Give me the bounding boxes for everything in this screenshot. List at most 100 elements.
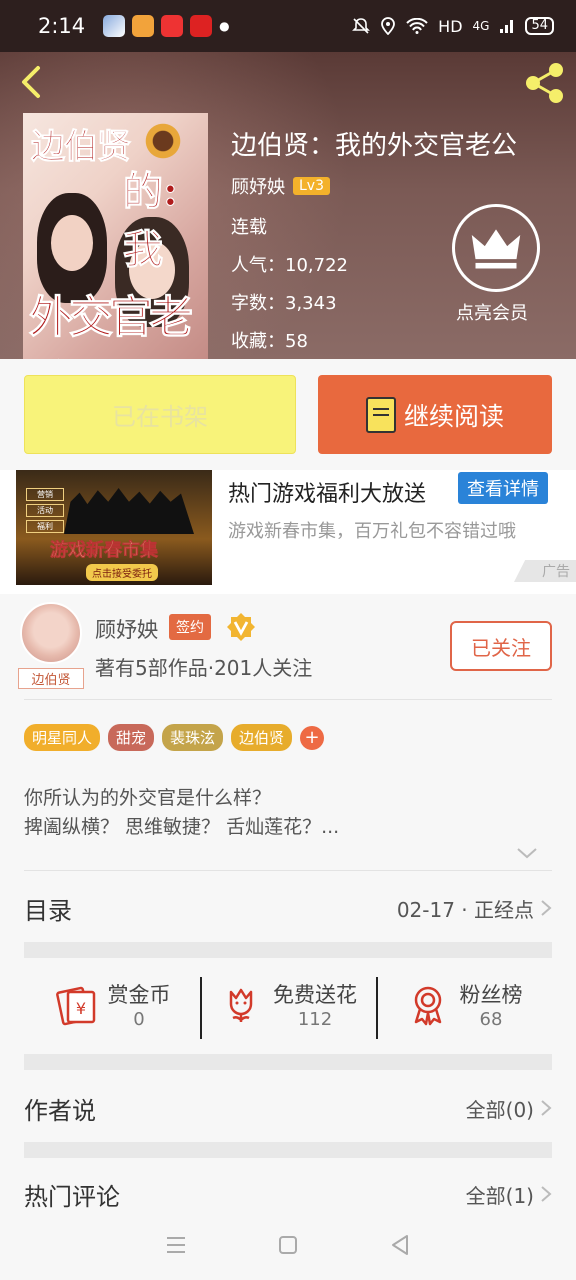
- author-says-row[interactable]: 作者说 全部(0): [24, 1078, 552, 1138]
- system-nav-bar: [0, 1210, 576, 1280]
- book-detail-page: 2:14 ● HD 4G 54 边伯贤 的:我 外交官老公 边伯贤：我的外交官老: [0, 0, 576, 1280]
- continue-reading-button[interactable]: 继续阅读: [318, 375, 552, 454]
- svg-text:¥: ¥: [75, 999, 85, 1018]
- followed-button[interactable]: 已关注: [450, 621, 552, 671]
- medal-icon: [414, 986, 441, 1026]
- reward-coins-button[interactable]: ¥ 赏金币 0: [24, 969, 200, 1039]
- author-name[interactable]: 顾妤姎: [95, 614, 158, 644]
- book-favorites: 收藏：58: [231, 331, 308, 352]
- chevron-right-icon: [541, 900, 552, 916]
- cover-text-2: 的:我: [123, 168, 179, 274]
- book-popularity: 人气：10,722: [231, 255, 348, 276]
- tag-chip[interactable]: 边伯贤: [231, 724, 293, 751]
- ad-banner[interactable]: 营销 活动 福利 游戏新春市集 点击接受委托 热门游戏福利大放送 查看详情 游戏…: [0, 470, 576, 594]
- app-notification-icon: [103, 15, 126, 37]
- menu-nav-icon[interactable]: [164, 1233, 188, 1257]
- weibo-notification-icon: [132, 15, 155, 37]
- divider: [24, 870, 552, 871]
- share-icon[interactable]: [522, 60, 568, 106]
- vip-label[interactable]: 点亮会员: [456, 299, 528, 325]
- fan-ranking-button[interactable]: 粉丝榜 68: [376, 969, 552, 1039]
- ad-details-button[interactable]: 查看详情: [458, 472, 548, 504]
- book-title: 边伯贤：我的外交官老公: [231, 131, 518, 161]
- book-word-count: 字数：3,343: [231, 293, 337, 314]
- catalog-row[interactable]: 目录 02-17 · 正经点: [24, 878, 552, 938]
- app2-notification-icon: [190, 15, 213, 37]
- status-bar: 2:14 ● HD 4G 54: [0, 0, 576, 52]
- tag-list: 明星同人 甜宠 裴珠泫 边伯贤 +: [24, 724, 325, 751]
- wifi-icon: [406, 18, 428, 34]
- author-says-label: 作者说: [24, 1096, 96, 1125]
- flower-icon: [229, 988, 253, 1022]
- news-notification-icon: [161, 15, 184, 37]
- chevron-right-icon: [541, 1186, 552, 1202]
- home-nav-icon[interactable]: [276, 1233, 300, 1257]
- book-status: 连载: [231, 217, 267, 238]
- divider: [24, 699, 552, 700]
- interaction-stats: ¥ 赏金币 0 免费送花 112 粉丝榜 68: [24, 969, 552, 1039]
- ad-description: 游戏新春市集，百万礼包不容错过哦: [228, 521, 516, 542]
- book-icon: [365, 396, 396, 433]
- network-type: HD: [438, 16, 463, 36]
- avatar[interactable]: [20, 602, 82, 664]
- tag-chip[interactable]: 明星同人: [24, 724, 101, 751]
- ad-menu-item: 福利: [26, 520, 64, 533]
- book-cover[interactable]: 边伯贤 的:我 外交官老公: [23, 113, 208, 359]
- book-author-row[interactable]: 顾妤姎 Lv3: [231, 173, 330, 199]
- cover-text-3: 外交官老公: [29, 292, 194, 360]
- status-time: 2:14: [38, 14, 86, 38]
- chevron-right-icon: [541, 1100, 552, 1116]
- in-shelf-button[interactable]: 已在书架: [24, 375, 296, 454]
- more-notifications-dot-icon: ●: [219, 19, 230, 33]
- cover-text-1: 边伯贤: [31, 127, 132, 168]
- tag-chip[interactable]: 裴珠泫: [162, 724, 224, 751]
- back-nav-icon[interactable]: [388, 1233, 412, 1257]
- signed-badge: 签约: [169, 614, 211, 640]
- send-flower-button[interactable]: 免费送花 112: [200, 969, 376, 1039]
- ad-title[interactable]: 热门游戏福利大放送: [228, 476, 426, 508]
- section-separator: [24, 942, 552, 958]
- location-icon: [381, 17, 396, 35]
- ad-tag: 广告: [514, 560, 576, 582]
- section-separator: [24, 1054, 552, 1070]
- action-bar: 已在书架 继续阅读: [0, 359, 576, 470]
- red-envelope-icon: ¥: [55, 986, 95, 1026]
- stat-value: 112: [297, 1008, 333, 1030]
- ad-menu-item: 营销: [26, 488, 64, 501]
- avatar-tag: 边伯贤: [18, 668, 84, 689]
- vip-crown-icon[interactable]: [452, 204, 540, 292]
- stat-label: 赏金币: [107, 982, 171, 1007]
- more-tags-button[interactable]: +: [300, 725, 325, 750]
- continue-reading-label: 继续阅读: [403, 401, 504, 431]
- stat-value: 0: [133, 1008, 145, 1030]
- catalog-label: 目录: [24, 896, 72, 925]
- ad-image-title: 游戏新春市集: [50, 540, 159, 562]
- ad-image-sub: 点击接受委托: [86, 564, 158, 581]
- latest-chapter: 02-17 · 正经点: [396, 897, 534, 922]
- hot-comments-link: 全部(1): [465, 1183, 534, 1208]
- stat-label: 免费送花: [273, 982, 357, 1007]
- author-info: 著有5部作品·201人关注: [95, 656, 313, 680]
- back-icon[interactable]: [14, 62, 50, 102]
- author-section: 边伯贤 顾妤姎 签约 著有5部作品·201人关注 已关注 明星同人 甜宠 裴珠泫…: [0, 594, 576, 1211]
- ad-image-menu: 营销 活动 福利: [26, 488, 64, 536]
- section-separator: [24, 1142, 552, 1158]
- ad-menu-item: 活动: [26, 504, 64, 517]
- signal-bars-icon: [500, 20, 514, 33]
- stat-value: 68: [479, 1008, 503, 1030]
- hot-comments-label: 热门评论: [24, 1182, 120, 1211]
- ad-image[interactable]: 营销 活动 福利 游戏新春市集 点击接受委托: [16, 470, 212, 585]
- verified-v-icon: [227, 613, 255, 641]
- stat-label: 粉丝榜: [459, 982, 523, 1007]
- signal-type: 4G: [472, 19, 490, 33]
- author-says-link: 全部(0): [465, 1097, 534, 1122]
- chevron-down-icon[interactable]: [516, 846, 538, 860]
- mute-bell-icon: [352, 18, 371, 34]
- description-line: 捭阖纵横？ 思维敏捷？ 舌灿莲花？...: [24, 816, 340, 838]
- book-author-name[interactable]: 顾妤姎: [231, 173, 285, 199]
- tag-chip[interactable]: 甜宠: [108, 724, 155, 751]
- author-level-badge: Lv3: [293, 177, 330, 195]
- battery-level: 54: [525, 17, 554, 35]
- description-line: 你所认为的外交官是什么样？: [24, 787, 272, 809]
- book-description[interactable]: 你所认为的外交官是什么样？ 捭阖纵横？ 思维敏捷？ 舌灿莲花？...: [24, 784, 339, 842]
